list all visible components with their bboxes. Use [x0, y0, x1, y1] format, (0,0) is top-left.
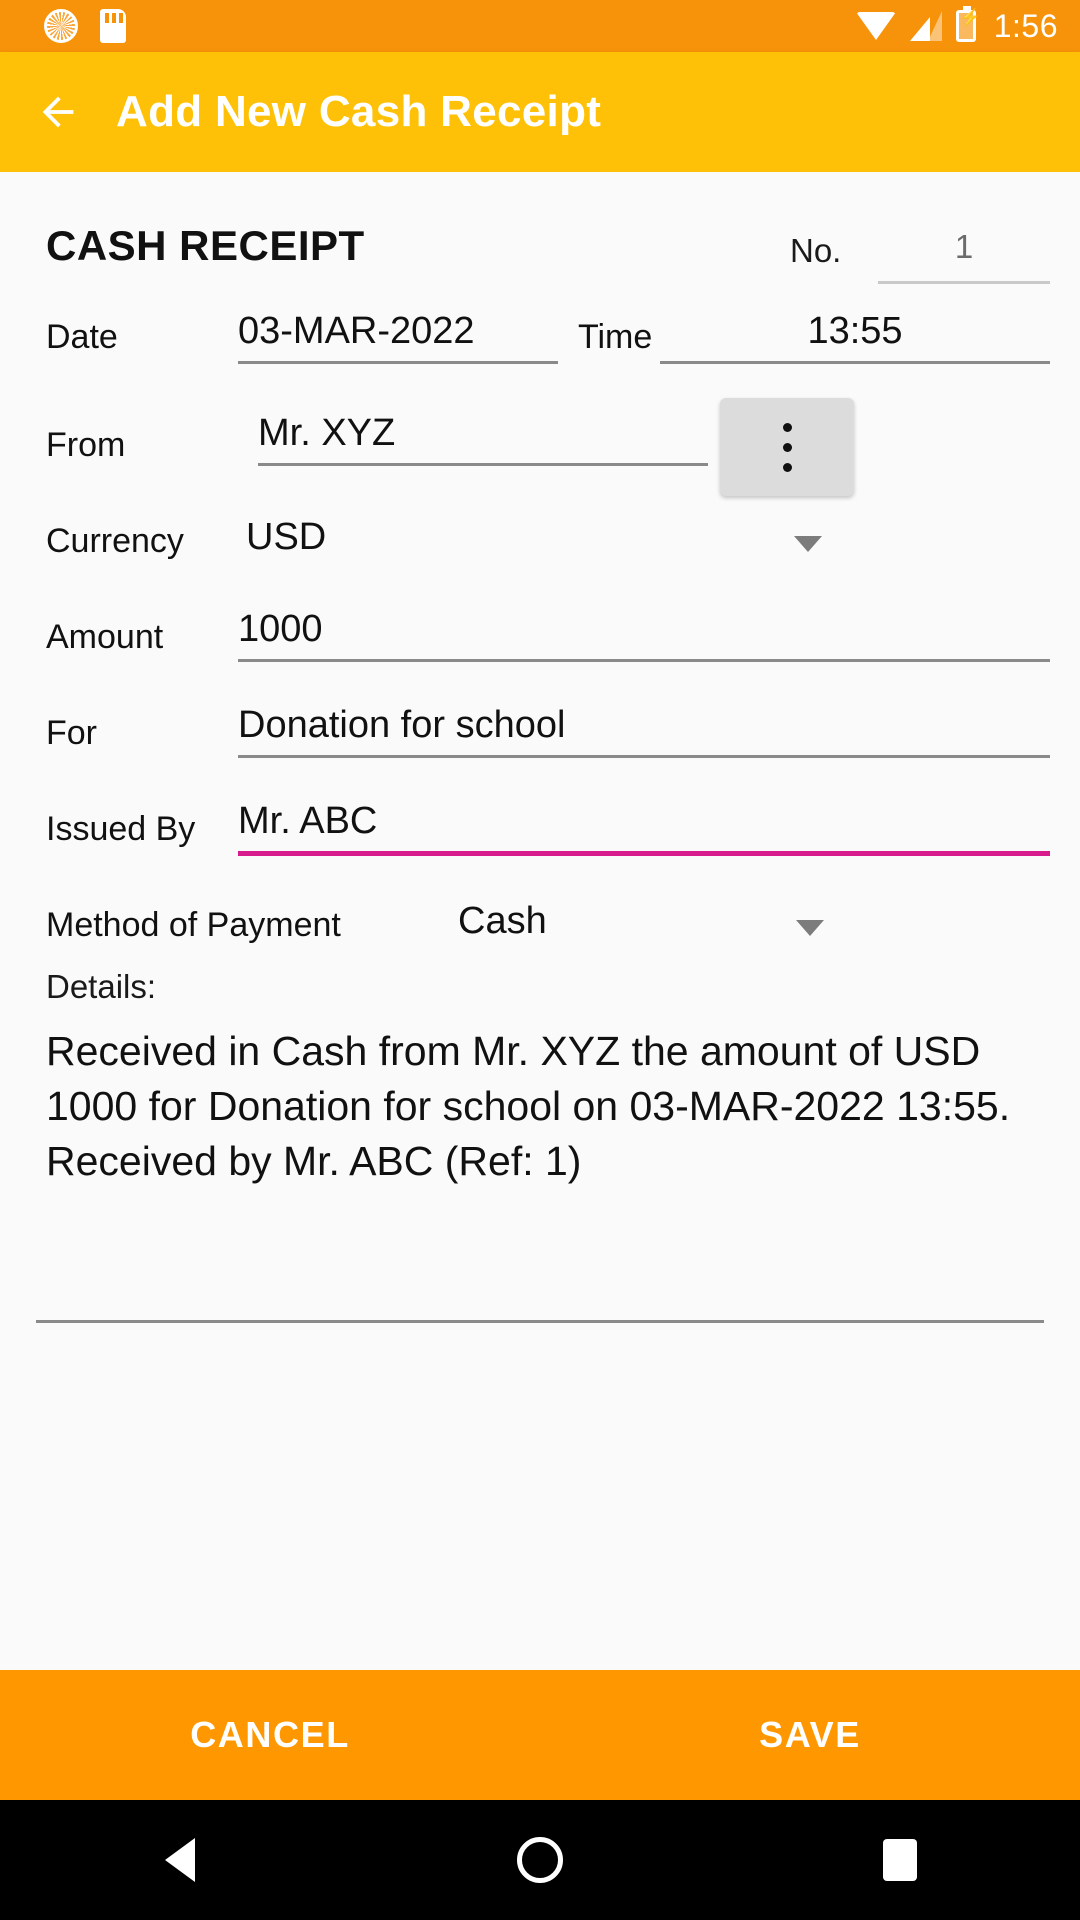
overflow-dots-icon [782, 442, 792, 452]
method-of-payment-value[interactable]: Cash [458, 900, 547, 943]
from-row: From Mr. XYZ [0, 394, 1080, 504]
back-arrow-icon [42, 96, 74, 128]
status-bar-clock: 1:56 [993, 8, 1058, 44]
for-label: For [46, 714, 97, 752]
battery-charging-icon [955, 6, 981, 42]
from-more-button[interactable] [720, 398, 854, 496]
for-row: For Donation for school [0, 686, 1080, 782]
time-label: Time [578, 318, 653, 356]
date-time-row: Date 03-MAR-2022 Time 13:55 [0, 296, 1080, 392]
nav-home-icon [517, 1837, 563, 1883]
from-field[interactable]: Mr. XYZ [258, 412, 708, 466]
system-navigation-bar [0, 1800, 1080, 1920]
chevron-down-icon[interactable] [796, 920, 824, 936]
brightness-icon [44, 9, 78, 43]
save-button[interactable]: SAVE [540, 1714, 1080, 1756]
from-label: From [46, 426, 126, 464]
method-of-payment-label: Method of Payment [46, 906, 341, 944]
issued-by-row: Issued By Mr. ABC [0, 782, 1080, 878]
status-bar-left-icons [44, 9, 126, 43]
details-label: Details: [46, 968, 157, 1005]
receipt-no-label: No. [790, 232, 842, 269]
status-bar: 1:56 [0, 0, 1080, 52]
page-title: Add New Cash Receipt [116, 87, 602, 136]
details-text: Received in Cash from Mr. XYZ the amount… [46, 1028, 1011, 1184]
amount-row: Amount 1000 [0, 590, 1080, 686]
date-label: Date [46, 318, 118, 356]
date-field[interactable]: 03-MAR-2022 [238, 310, 558, 364]
issued-by-label: Issued By [46, 810, 196, 848]
for-field[interactable]: Donation for school [238, 704, 1050, 758]
sd-card-icon [100, 9, 126, 43]
nav-home-button[interactable] [360, 1837, 720, 1883]
amount-field[interactable]: 1000 [238, 608, 1050, 662]
currency-label: Currency [46, 522, 184, 560]
currency-row[interactable]: Currency USD [0, 494, 1080, 590]
back-button[interactable] [0, 52, 116, 172]
currency-value[interactable]: USD [246, 516, 326, 559]
nav-recents-icon [883, 1839, 917, 1881]
app-toolbar: Add New Cash Receipt [0, 52, 1080, 172]
app-screen: 1:56 Add New Cash Receipt CASH RECEIPT N… [0, 0, 1080, 1920]
nav-back-button[interactable] [0, 1838, 360, 1882]
signal-icon [909, 11, 942, 41]
status-bar-right-icons: 1:56 [855, 6, 1058, 44]
method-of-payment-row[interactable]: Method of Payment Cash [0, 878, 1080, 974]
cancel-button[interactable]: CANCEL [0, 1714, 540, 1756]
nav-recents-button[interactable] [720, 1839, 1080, 1881]
chevron-down-icon[interactable] [794, 536, 822, 552]
action-bar: CANCEL SAVE [0, 1670, 1080, 1800]
time-field[interactable]: 13:55 [660, 310, 1050, 364]
receipt-no-field[interactable]: 1 [878, 228, 1050, 284]
receipt-header-row: CASH RECEIPT No. 1 [0, 216, 1080, 296]
form-container: CASH RECEIPT No. 1 Date 03-MAR-2022 Time… [0, 172, 1080, 1670]
section-divider [36, 1320, 1044, 1323]
issued-by-field[interactable]: Mr. ABC [238, 800, 1050, 856]
amount-label: Amount [46, 618, 164, 656]
section-title: CASH RECEIPT [46, 222, 365, 269]
nav-back-icon [165, 1838, 195, 1882]
wifi-icon [855, 12, 896, 40]
